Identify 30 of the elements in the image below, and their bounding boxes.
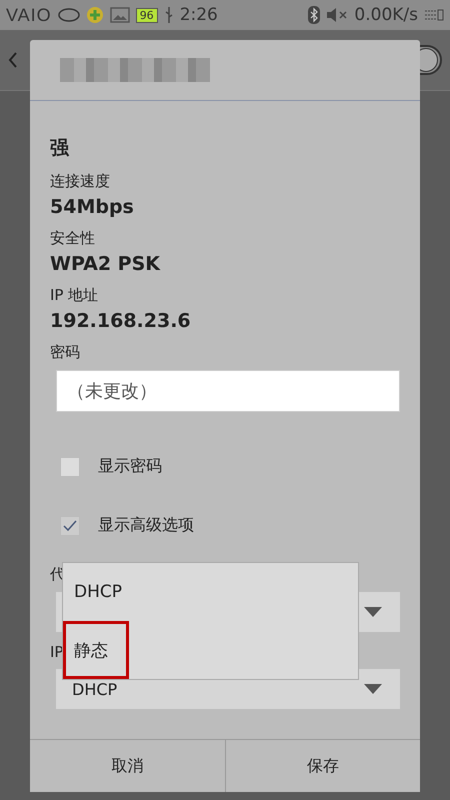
connection-icon (424, 8, 444, 22)
password-label: 密码 (50, 343, 80, 362)
battery-level: 96 (136, 8, 158, 22)
password-field[interactable]: （未更改） (56, 370, 400, 412)
usb-icon (164, 6, 174, 24)
field-label: IP 地址 (50, 286, 98, 305)
cancel-button[interactable]: 取消 (30, 740, 226, 792)
field-value: WPA2 PSK (50, 253, 160, 275)
menu-item[interactable]: 静态 (63, 621, 129, 679)
checkmark-icon (62, 520, 78, 532)
checkbox-label: 显示密码 (98, 456, 162, 477)
checkbox[interactable] (60, 456, 80, 476)
field-value: 192.168.23.6 (50, 310, 191, 332)
vaio-logo: VAIO (6, 4, 52, 26)
network-speed: 0.00K/s (354, 5, 418, 25)
checkbox-label: 显示高级选项 (98, 515, 194, 536)
checkbox[interactable] (60, 516, 80, 536)
dropdown-arrow-icon (364, 684, 382, 694)
field-value: 54Mbps (50, 196, 134, 218)
field-label: 安全性 (50, 229, 95, 248)
plus-circle-icon (86, 6, 104, 24)
menu-item[interactable]: DHCP (63, 563, 358, 621)
bluetooth-icon (308, 6, 320, 24)
back-icon[interactable] (8, 52, 18, 68)
mute-icon (326, 7, 348, 23)
clock: 2:26 (180, 5, 218, 25)
dropdown-arrow-icon (364, 607, 382, 617)
field-label: 连接速度 (50, 172, 110, 191)
field-value: 强 (50, 136, 69, 161)
image-icon (110, 7, 130, 23)
